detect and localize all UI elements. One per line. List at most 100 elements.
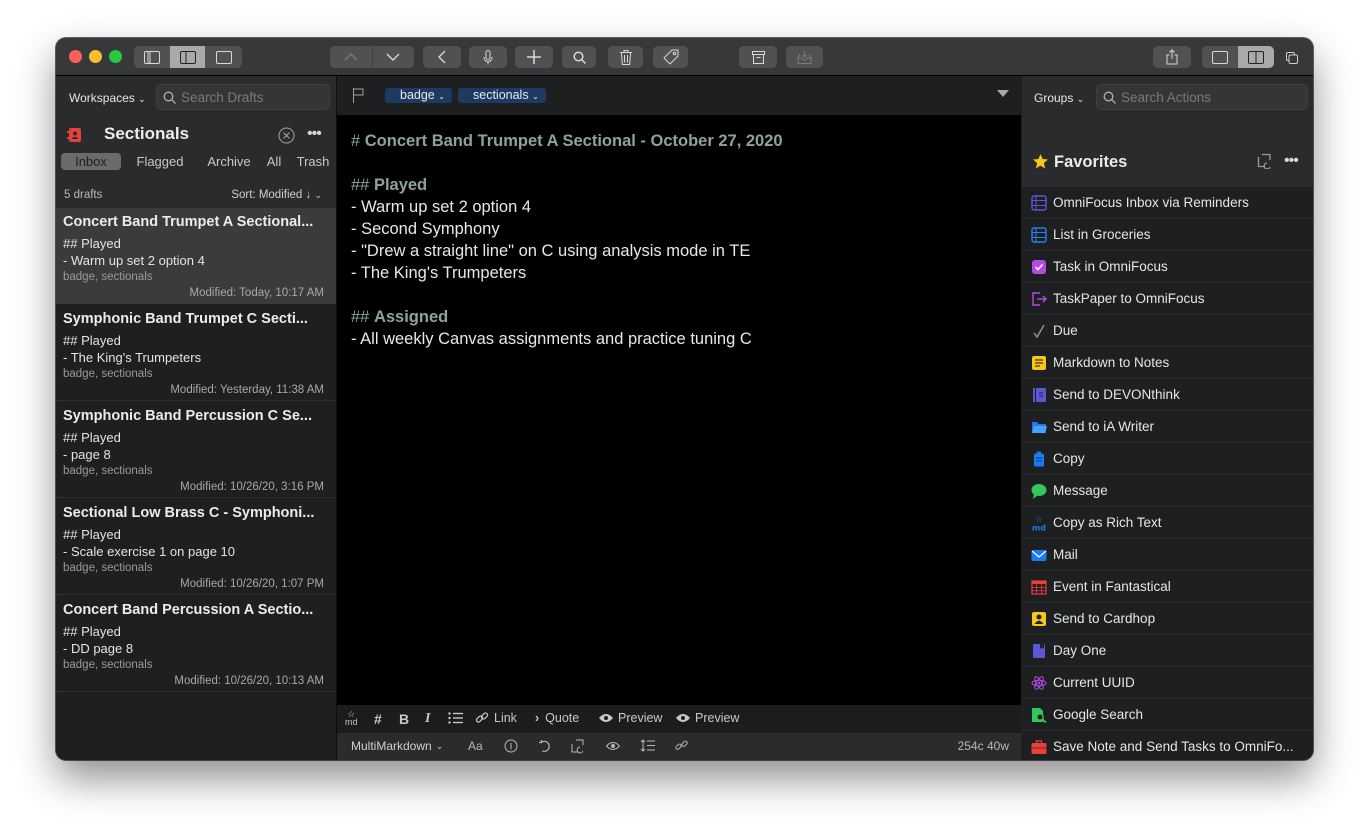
groups-menu[interactable]: Groups ⌄ [1034,91,1084,105]
chevron-down-icon: ⌄ [532,92,539,101]
preview-toggle-button[interactable] [606,741,620,751]
bookmark-icon [1031,643,1047,659]
minimize-window-button[interactable] [89,50,102,63]
tab-inbox[interactable]: Inbox [61,153,121,170]
group-more-button[interactable]: ••• [1284,153,1299,169]
action-label: Send to DEVONthink [1053,387,1180,402]
action-item[interactable]: TaskPaper to OmniFocus [1022,283,1313,315]
show-list-button[interactable] [170,46,205,68]
action-item[interactable]: Task in OmniFocus [1022,251,1313,283]
action-item[interactable]: Mail [1022,539,1313,571]
action-item[interactable]: List in Groceries [1022,219,1313,251]
action-label: Save Note and Send Tasks to OmniFo... [1053,739,1294,754]
list-icon [1031,227,1047,243]
editor-line: - Second Symphony [351,220,500,238]
draft-tags: badge, sectionals [63,465,153,477]
action-log-button[interactable] [571,739,586,754]
tag-chip-badge[interactable]: badge ⌄ [385,88,452,103]
back-button[interactable] [423,46,461,68]
list-button[interactable] [448,712,463,724]
editor-header: badge ⌄ sectionals ⌄ [337,76,1021,115]
action-item[interactable]: Day One [1022,635,1313,667]
disclosure-triangle-icon[interactable] [997,90,1009,97]
flag-button[interactable] [353,88,364,108]
action-item[interactable]: Due [1022,315,1313,347]
chevron-down-icon: ⌄ [1076,94,1085,104]
search-actions-input[interactable]: Search Actions [1096,84,1308,110]
draft-list-item[interactable]: Symphonic Band Trumpet C Secti... ## Pla… [56,305,336,401]
notebook-icon [1031,387,1047,403]
next-draft-button[interactable] [373,46,415,68]
editor-text[interactable]: # Concert Band Trumpet A Sectional - Oct… [351,130,783,350]
show-all-sidebars-button[interactable] [134,46,170,68]
chevron-down-icon: ⌄ [314,190,322,200]
tab-all[interactable]: All [259,153,289,170]
markdown-icon: ☆ md [1031,515,1047,533]
share-button[interactable] [1153,46,1191,68]
navigation-control [330,46,414,68]
show-actions-button[interactable] [1238,46,1274,68]
draft-list-item[interactable]: Concert Band Trumpet A Sectional... ## P… [56,208,336,304]
trash-button[interactable] [608,46,643,68]
action-item[interactable]: ☆ md Copy as Rich Text [1022,507,1313,539]
zoom-window-button[interactable] [109,50,122,63]
sidebar-header: Workspaces ⌄ Search Drafts Sectionals ••… [56,76,336,184]
action-item[interactable]: Event in Fantastical [1022,571,1313,603]
action-item[interactable]: Send to iA Writer [1022,411,1313,443]
heading-button[interactable]: # [374,711,382,727]
archive-button[interactable] [739,46,777,68]
italic-button[interactable]: I [425,711,430,727]
action-item[interactable]: Message [1022,475,1313,507]
previous-draft-button[interactable] [330,46,373,68]
quote-button[interactable]: › Quote [535,711,579,725]
edit-group-button[interactable] [1257,153,1273,174]
draft-list-item[interactable]: Symphonic Band Percussion C Se... ## Pla… [56,402,336,498]
bold-button[interactable]: B [399,711,409,727]
action-item[interactable]: Send to DEVONthink [1022,379,1313,411]
markdown-button[interactable]: ☆ md [345,710,358,727]
action-item[interactable]: Save Note and Send Tasks to OmniFo... [1022,731,1313,760]
line-spacing-button[interactable] [640,739,655,752]
link-button[interactable]: Link [475,711,517,725]
move-to-inbox-button[interactable] [786,46,823,68]
syntax-menu[interactable]: MultiMarkdown ⌄ [351,739,443,753]
new-draft-button[interactable] [515,46,553,68]
draft-modified: Modified: Today, 10:17 AM [189,287,324,299]
action-item[interactable]: Copy [1022,443,1313,475]
tab-flagged[interactable]: Flagged [123,153,197,170]
tab-trash[interactable]: Trash [289,153,337,170]
note-icon [1031,355,1047,371]
search-drafts-input[interactable]: Search Drafts [156,84,330,110]
sort-menu[interactable]: Sort: Modified ↓ ⌄ [231,189,322,201]
action-item[interactable]: Send to Cardhop [1022,603,1313,635]
link-mode-button[interactable] [675,739,688,752]
tag-chip-sectionals[interactable]: sectionals ⌄ [458,88,546,103]
hide-actions-button[interactable] [1202,46,1238,68]
search-button[interactable] [562,46,596,68]
action-item[interactable]: Current UUID [1022,667,1313,699]
tag-button[interactable] [653,46,688,68]
hide-sidebar-button[interactable] [205,46,242,68]
editor-pane: badge ⌄ sectionals ⌄ # Concert Band Trum… [337,76,1021,760]
draft-list-item[interactable]: Concert Band Percussion A Sectio... ## P… [56,596,336,692]
close-window-button[interactable] [69,50,82,63]
draft-list-item[interactable]: Sectional Low Brass C - Symphoni... ## P… [56,499,336,595]
font-settings-button[interactable]: Aa [468,739,483,753]
heading-text: Assigned [373,308,449,326]
action-item[interactable]: Markdown to Notes [1022,347,1313,379]
draft-title: Sectional Low Brass C - Symphoni... [63,505,315,521]
action-item[interactable]: OmniFocus Inbox via Reminders [1022,187,1313,219]
star-icon [1032,153,1049,175]
workspaces-menu[interactable]: Workspaces ⌄ [69,91,146,105]
version-history-button[interactable] [538,739,552,753]
info-button[interactable] [504,739,518,753]
preview-button-2[interactable]: Preview [676,711,739,725]
dictate-button[interactable] [469,46,507,68]
workspace-more-button[interactable]: ••• [307,126,322,142]
clear-workspace-button[interactable] [278,127,295,149]
new-window-button[interactable] [1286,51,1298,69]
tab-archive[interactable]: Archive [199,153,259,170]
preview-button[interactable]: Preview [599,711,662,725]
action-item[interactable]: Google Search [1022,699,1313,731]
